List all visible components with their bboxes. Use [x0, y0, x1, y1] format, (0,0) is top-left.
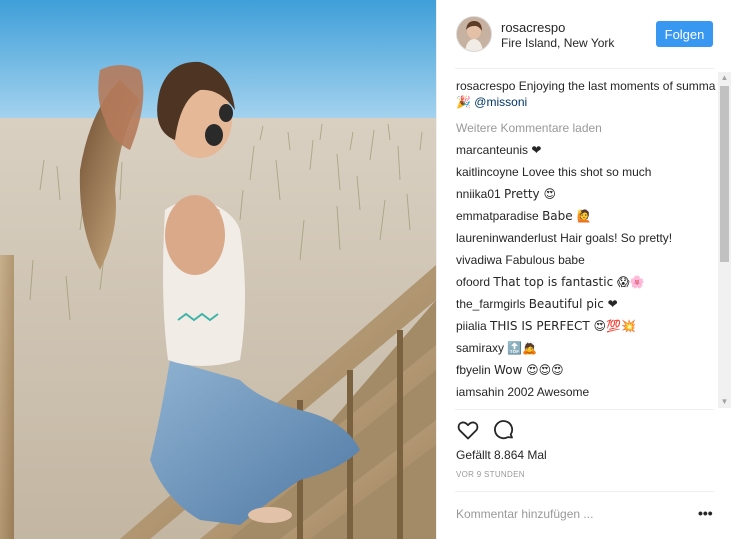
comment-username[interactable]: the_farmgirls [456, 297, 525, 311]
comment-item: emmatparadise Babe 🙋 [456, 208, 718, 224]
comment-item: the_farmgirls Beautiful pic ❤ [456, 296, 718, 312]
comment-username[interactable]: piialia [456, 319, 487, 333]
comment-item: piialia THIS IS PERFECT 😍💯💥 [456, 318, 718, 334]
comment-text: Lovee this shot so much [522, 165, 652, 179]
comment-username[interactable]: samiraxy [456, 341, 504, 355]
comment-username[interactable]: fbyelin [456, 363, 491, 377]
comment-username[interactable]: marcanteunis [456, 143, 528, 157]
post-header: rosacrespo Fire Island, New York Folgen [437, 0, 731, 68]
header-divider [455, 68, 714, 69]
username-link[interactable]: rosacrespo [501, 20, 565, 35]
scrollbar-thumb[interactable] [720, 86, 729, 262]
comment-text: THIS IS PERFECT 😍💯💥 [490, 319, 636, 333]
comment-item: ofoord That top is fantastic 😱🌸 [456, 274, 718, 290]
actions-divider [455, 409, 714, 410]
comment-item: iamsahin 2002 Awesome [456, 384, 718, 400]
comment-item: nniika01 Pretty 😍 [456, 186, 718, 202]
comment-username[interactable]: laureninwanderlust [456, 231, 557, 245]
comment-username[interactable]: vivadiwa [456, 253, 502, 267]
comment-item: vivadiwa Fabulous babe [456, 252, 718, 268]
likes-count[interactable]: Gefällt 8.864 Mal [456, 448, 547, 462]
comments-scrollbar[interactable]: ▲ ▼ [718, 72, 731, 408]
post-photo[interactable] [0, 0, 436, 539]
comment-username[interactable]: nniika01 [456, 187, 501, 201]
more-options-icon[interactable]: ••• [698, 505, 713, 521]
add-comment-input[interactable] [456, 505, 686, 523]
comment-text: Beautiful pic ❤ [528, 297, 618, 311]
scroll-down-arrow-icon[interactable]: ▼ [718, 396, 731, 408]
heart-icon[interactable] [456, 418, 480, 442]
comment-divider [455, 491, 714, 492]
comment-text: Wow 😍😍😍 [494, 363, 564, 377]
avatar-image [457, 17, 491, 51]
comment-text: That top is fantastic 😱🌸 [493, 275, 645, 289]
scroll-up-arrow-icon[interactable]: ▲ [718, 72, 731, 84]
caption-username[interactable]: rosacrespo [456, 79, 515, 93]
comment-item: marcanteunis ❤ [456, 142, 718, 158]
comment-text: 🔝🙇 [507, 341, 538, 355]
comment-username[interactable]: kaitlincoyne [456, 165, 519, 179]
comment-item: laureninwanderlust Hair goals! So pretty… [456, 230, 718, 246]
comment-text: Fabulous babe [505, 253, 585, 267]
load-more-comments[interactable]: Weitere Kommentare laden [456, 120, 718, 136]
comment-text: ❤ [531, 143, 542, 157]
comment-item: samiraxy 🔝🙇 [456, 340, 718, 356]
post-sidebar: rosacrespo Fire Island, New York Folgen … [436, 0, 731, 539]
comments-list[interactable]: rosacrespo Enjoying the last moments of … [456, 78, 718, 410]
comment-text: 2002 Awesome [507, 385, 590, 399]
comment-item: kaitlincoyne Lovee this shot so much [456, 164, 718, 180]
post-caption: rosacrespo Enjoying the last moments of … [456, 78, 718, 110]
comment-text: Babe 🙋 [542, 209, 592, 223]
comment-bubble-icon[interactable] [492, 418, 516, 442]
location-link[interactable]: Fire Island, New York [501, 36, 614, 50]
comment-text: Hair goals! So pretty! [560, 231, 673, 245]
comment-username[interactable]: iamsahin [456, 385, 504, 399]
caption-mention[interactable]: @missoni [474, 95, 527, 109]
post-image [0, 0, 436, 539]
comment-username[interactable]: emmatparadise [456, 209, 539, 223]
comment-item: fbyelin Wow 😍😍😍 [456, 362, 718, 378]
avatar[interactable] [456, 16, 492, 52]
comment-username[interactable]: ofoord [456, 275, 490, 289]
follow-button[interactable]: Folgen [656, 21, 713, 47]
post-timestamp: VOR 9 STUNDEN [456, 470, 525, 479]
comment-text: Pretty 😍 [504, 187, 556, 201]
